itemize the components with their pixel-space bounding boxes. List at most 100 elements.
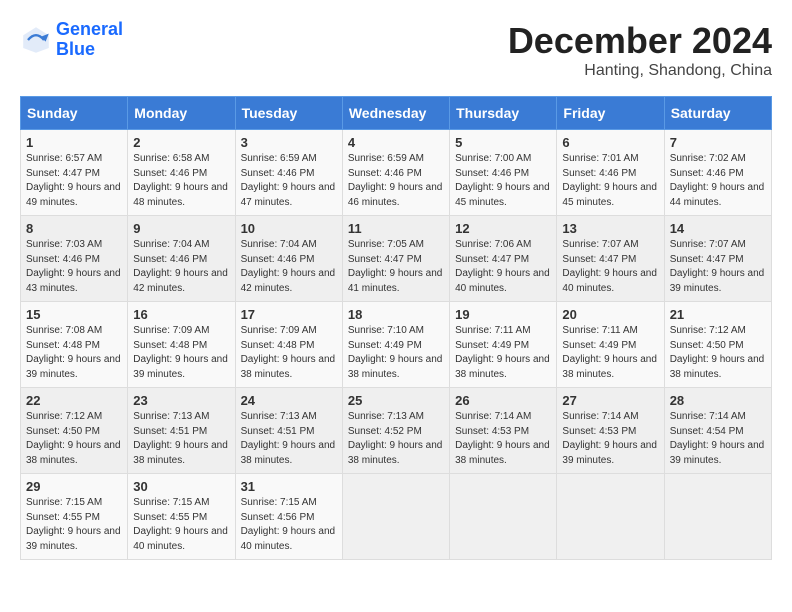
calendar-cell: 12 Sunrise: 7:06 AMSunset: 4:47 PMDayligh… — [450, 216, 557, 302]
title-area: December 2024 Hanting, Shandong, China — [508, 20, 772, 80]
day-info: Sunrise: 7:14 AMSunset: 4:53 PMDaylight:… — [455, 411, 550, 466]
calendar-cell: 20Sunrise: 7:11 AMSunset: 4:49 PMDayligh… — [557, 302, 664, 388]
calendar-body: 1 Sunrise: 6:57 AMSunset: 4:47 PMDaylight… — [21, 130, 772, 560]
day-info: Sunrise: 7:13 AMSunset: 4:51 PMDaylight:… — [241, 411, 336, 466]
weekday-header-tuesday: Tuesday — [235, 97, 342, 130]
day-number: 29 — [26, 479, 122, 494]
day-info: Sunrise: 7:12 AMSunset: 4:50 PMDaylight:… — [670, 325, 765, 380]
calendar-cell: 31 Sunrise: 7:15 AMSunset: 4:56 PMDayligh… — [235, 474, 342, 560]
day-number: 4 — [348, 135, 444, 150]
calendar-cell: 14 Sunrise: 7:07 AMSunset: 4:47 PMDayligh… — [664, 216, 771, 302]
calendar-cell: 16 Sunrise: 7:09 AMSunset: 4:48 PMDayligh… — [128, 302, 235, 388]
day-number: 31 — [241, 479, 337, 494]
calendar-week-4: 22 Sunrise: 7:12 AMSunset: 4:50 PMDayligh… — [21, 388, 772, 474]
calendar-cell: 28 Sunrise: 7:14 AMSunset: 4:54 PMDayligh… — [664, 388, 771, 474]
calendar-cell: 11 Sunrise: 7:05 AMSunset: 4:47 PMDayligh… — [342, 216, 449, 302]
weekday-header-friday: Friday — [557, 97, 664, 130]
calendar-cell: 5 Sunrise: 7:00 AMSunset: 4:46 PMDaylight… — [450, 130, 557, 216]
day-number: 24 — [241, 393, 337, 408]
calendar-cell: 29Sunrise: 7:15 AMSunset: 4:55 PMDayligh… — [21, 474, 128, 560]
day-number: 6 — [562, 135, 658, 150]
calendar-cell — [342, 474, 449, 560]
day-number: 19 — [455, 307, 551, 322]
day-info: Sunrise: 7:09 AMSunset: 4:48 PMDaylight:… — [241, 325, 336, 380]
calendar-cell: 10 Sunrise: 7:04 AMSunset: 4:46 PMDayligh… — [235, 216, 342, 302]
day-info: Sunrise: 7:14 AMSunset: 4:53 PMDaylight:… — [562, 411, 657, 466]
weekday-header-sunday: Sunday — [21, 97, 128, 130]
day-info: Sunrise: 7:05 AMSunset: 4:47 PMDaylight:… — [348, 239, 443, 294]
day-number: 16 — [133, 307, 229, 322]
day-info: Sunrise: 7:00 AMSunset: 4:46 PMDaylight:… — [455, 153, 550, 208]
day-number: 25 — [348, 393, 444, 408]
logo-line2: Blue — [56, 40, 123, 60]
day-info: Sunrise: 7:11 AMSunset: 4:49 PMDaylight:… — [455, 325, 550, 380]
calendar-cell: 8Sunrise: 7:03 AMSunset: 4:46 PMDaylight… — [21, 216, 128, 302]
day-info: Sunrise: 7:11 AMSunset: 4:49 PMDaylight:… — [562, 325, 657, 380]
day-info: Sunrise: 7:08 AMSunset: 4:48 PMDaylight:… — [26, 325, 121, 380]
day-number: 18 — [348, 307, 444, 322]
day-number: 11 — [348, 221, 444, 236]
day-number: 3 — [241, 135, 337, 150]
day-info: Sunrise: 7:02 AMSunset: 4:46 PMDaylight:… — [670, 153, 765, 208]
day-info: Sunrise: 7:13 AMSunset: 4:52 PMDaylight:… — [348, 411, 443, 466]
calendar-cell: 30 Sunrise: 7:15 AMSunset: 4:55 PMDayligh… — [128, 474, 235, 560]
day-info: Sunrise: 7:12 AMSunset: 4:50 PMDaylight:… — [26, 411, 121, 466]
day-number: 10 — [241, 221, 337, 236]
calendar-cell: 19 Sunrise: 7:11 AMSunset: 4:49 PMDayligh… — [450, 302, 557, 388]
day-number: 22 — [26, 393, 122, 408]
day-number: 12 — [455, 221, 551, 236]
calendar-week-2: 8Sunrise: 7:03 AMSunset: 4:46 PMDaylight… — [21, 216, 772, 302]
day-number: 15 — [26, 307, 122, 322]
calendar-cell: 2Sunrise: 6:58 AMSunset: 4:46 PMDaylight… — [128, 130, 235, 216]
weekday-header-thursday: Thursday — [450, 97, 557, 130]
calendar-cell: 24 Sunrise: 7:13 AMSunset: 4:51 PMDayligh… — [235, 388, 342, 474]
day-number: 7 — [670, 135, 766, 150]
day-info: Sunrise: 6:57 AMSunset: 4:47 PMDaylight:… — [26, 153, 121, 208]
day-info: Sunrise: 7:09 AMSunset: 4:48 PMDaylight:… — [133, 325, 228, 380]
calendar-cell: 25 Sunrise: 7:13 AMSunset: 4:52 PMDayligh… — [342, 388, 449, 474]
calendar-cell: 6 Sunrise: 7:01 AMSunset: 4:46 PMDaylight… — [557, 130, 664, 216]
day-number: 27 — [562, 393, 658, 408]
day-number: 2 — [133, 135, 229, 150]
calendar-cell: 15 Sunrise: 7:08 AMSunset: 4:48 PMDayligh… — [21, 302, 128, 388]
calendar-cell: 21Sunrise: 7:12 AMSunset: 4:50 PMDayligh… — [664, 302, 771, 388]
calendar-cell: 23Sunrise: 7:13 AMSunset: 4:51 PMDayligh… — [128, 388, 235, 474]
day-info: Sunrise: 7:04 AMSunset: 4:46 PMDaylight:… — [133, 239, 228, 294]
day-info: Sunrise: 7:01 AMSunset: 4:46 PMDaylight:… — [562, 153, 657, 208]
calendar-cell: 9 Sunrise: 7:04 AMSunset: 4:46 PMDaylight… — [128, 216, 235, 302]
calendar-cell: 17 Sunrise: 7:09 AMSunset: 4:48 PMDayligh… — [235, 302, 342, 388]
calendar-cell: 18 Sunrise: 7:10 AMSunset: 4:49 PMDayligh… — [342, 302, 449, 388]
day-info: Sunrise: 6:59 AMSunset: 4:46 PMDaylight:… — [241, 153, 336, 208]
day-number: 14 — [670, 221, 766, 236]
calendar-cell: 7 Sunrise: 7:02 AMSunset: 4:46 PMDaylight… — [664, 130, 771, 216]
day-number: 1 — [26, 135, 122, 150]
day-number: 9 — [133, 221, 229, 236]
weekday-header-saturday: Saturday — [664, 97, 771, 130]
day-info: Sunrise: 7:14 AMSunset: 4:54 PMDaylight:… — [670, 411, 765, 466]
weekday-header-wednesday: Wednesday — [342, 97, 449, 130]
calendar-week-1: 1 Sunrise: 6:57 AMSunset: 4:47 PMDaylight… — [21, 130, 772, 216]
day-info: Sunrise: 7:03 AMSunset: 4:46 PMDaylight:… — [26, 239, 121, 294]
day-info: Sunrise: 7:15 AMSunset: 4:55 PMDaylight:… — [133, 497, 228, 552]
day-info: Sunrise: 7:10 AMSunset: 4:49 PMDaylight:… — [348, 325, 443, 380]
day-info: Sunrise: 7:06 AMSunset: 4:47 PMDaylight:… — [455, 239, 550, 294]
calendar-cell: 27 Sunrise: 7:14 AMSunset: 4:53 PMDayligh… — [557, 388, 664, 474]
day-number: 23 — [133, 393, 229, 408]
page-title: December 2024 — [508, 20, 772, 62]
day-info: Sunrise: 7:07 AMSunset: 4:47 PMDaylight:… — [670, 239, 765, 294]
day-info: Sunrise: 7:15 AMSunset: 4:56 PMDaylight:… — [241, 497, 336, 552]
day-number: 28 — [670, 393, 766, 408]
day-number: 5 — [455, 135, 551, 150]
calendar-cell: 22 Sunrise: 7:12 AMSunset: 4:50 PMDayligh… — [21, 388, 128, 474]
day-number: 30 — [133, 479, 229, 494]
calendar-week-5: 29 Sunrise: 7:15 AMSunset: 4:55 PMDayligh… — [21, 474, 772, 560]
logo-icon — [20, 24, 52, 56]
day-number: 17 — [241, 307, 337, 322]
day-number: 13 — [562, 221, 658, 236]
calendar-cell — [557, 474, 664, 560]
weekday-header-monday: Monday — [128, 97, 235, 130]
calendar-cell: 3 Sunrise: 6:59 AMSunset: 4:46 PMDaylight… — [235, 130, 342, 216]
calendar-week-3: 15 Sunrise: 7:08 AMSunset: 4:48 PMDayligh… — [21, 302, 772, 388]
calendar-table: SundayMondayTuesdayWednesdayThursdayFrid… — [20, 96, 772, 560]
day-info: Sunrise: 7:04 AMSunset: 4:46 PMDaylight:… — [241, 239, 336, 294]
